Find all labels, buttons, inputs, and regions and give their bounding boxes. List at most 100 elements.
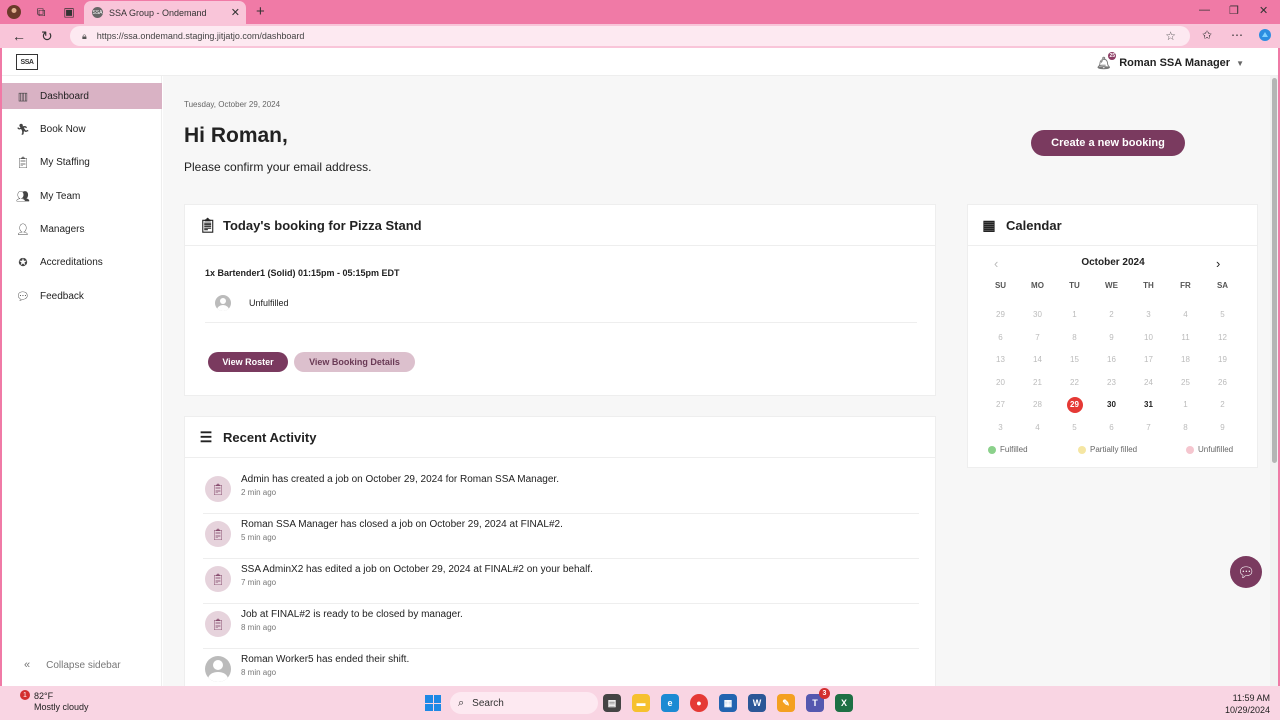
calendar-day[interactable]: 24 [1130,375,1167,391]
calendar-day[interactable]: 8 [1167,420,1204,436]
url-field[interactable]: 🔒︎ https://ssa.ondemand.staging.jitjatjo… [70,26,1190,46]
calendar-day[interactable]: 11 [1167,330,1204,346]
calendar-day[interactable]: 2 [1204,397,1241,413]
app-header: SSA 🔔︎ 25 Roman SSA Manager ▼ [2,48,1278,76]
calendar-day[interactable]: 6 [982,330,1019,346]
workspaces-icon[interactable]: ⧉ [33,4,49,20]
calendar-day[interactable]: 6 [1093,420,1130,436]
next-month-icon[interactable]: › [1216,256,1220,271]
scrollbar-thumb[interactable] [1272,78,1277,463]
more-menu-icon[interactable]: ⋯ [1231,28,1243,42]
calendar-day[interactable]: 23 [1093,375,1130,391]
chrome-icon[interactable]: ● [690,694,708,712]
weather-widget[interactable]: 1 82°F Mostly cloudy [8,690,89,713]
view-booking-details-button[interactable]: View Booking Details [294,352,415,372]
excel-icon[interactable]: X [835,694,853,712]
favorites-icon[interactable]: ✩ [1202,28,1212,42]
calendar-day[interactable]: 16 [1093,352,1130,368]
calendar-day[interactable]: 18 [1167,352,1204,368]
chat-support-button[interactable]: 💬︎ [1230,556,1262,588]
calendar-day[interactable]: 27 [982,397,1019,413]
sidebar-item-my-team[interactable]: 👥︎ My Team [2,183,162,209]
calendar-day[interactable]: 29 [982,307,1019,323]
copilot-icon[interactable] [1258,28,1272,45]
partial-dot-icon [1078,445,1086,454]
vertical-scrollbar[interactable] [1270,76,1278,686]
calendar-day[interactable]: 8 [1056,330,1093,346]
sidebar-item-dashboard[interactable]: ▥ Dashboard [2,83,162,109]
calendar-day[interactable]: 19 [1204,352,1241,368]
calendar-day[interactable]: 22 [1056,375,1093,391]
file-explorer-icon[interactable]: ▬ [632,694,650,712]
collapse-sidebar-button[interactable]: « Collapse sidebar [24,659,121,671]
calendar-day[interactable]: 29 [1056,397,1093,413]
close-tab-icon[interactable]: ✕ [231,6,240,19]
sidebar-item-feedback[interactable]: 💬︎ Feedback [2,283,162,309]
calendar-day[interactable]: 7 [1130,420,1167,436]
calendar-day[interactable]: 21 [1019,375,1056,391]
calendar-day[interactable]: 5 [1204,307,1241,323]
calendar-day[interactable]: 2 [1093,307,1130,323]
task-view-icon[interactable]: ▤ [603,694,621,712]
sidebar-item-my-staffing[interactable]: 📋︎ My Staffing [2,149,162,175]
calendar-day[interactable]: 13 [982,352,1019,368]
calendar-day[interactable]: 30 [1019,307,1056,323]
lock-icon: 🔒︎ [82,30,87,41]
calendar-title: ▦ Calendar [982,217,1061,234]
calendar-day[interactable]: 4 [1019,420,1056,436]
weekday-header: SA [1216,281,1229,290]
calendar-day[interactable]: 12 [1204,330,1241,346]
calendar-day[interactable]: 3 [1130,307,1167,323]
calendar-day[interactable]: 9 [1204,420,1241,436]
sidebar-item-label: Book Now [40,123,86,135]
taskbar-search[interactable]: ⌕ Search [450,692,598,714]
calendar-day[interactable]: 1 [1056,307,1093,323]
calendar-day[interactable]: 7 [1019,330,1056,346]
notification-badge: 25 [1108,52,1117,60]
taskbar-search-label: Search [472,697,504,709]
calendar-day[interactable]: 10 [1130,330,1167,346]
ssa-logo[interactable]: SSA [16,54,38,70]
calendar-day[interactable]: 4 [1167,307,1204,323]
refresh-icon[interactable]: ↻ [41,28,53,45]
calendar-day[interactable]: 30 [1093,397,1130,413]
windows-start-icon[interactable] [425,695,441,711]
calendar-day[interactable]: 1 [1167,397,1204,413]
calendar-day[interactable]: 17 [1130,352,1167,368]
calendar-day[interactable]: 5 [1056,420,1093,436]
edge-icon[interactable]: e [661,694,679,712]
weekday-header: SU [994,281,1007,290]
store-icon[interactable]: ▦ [719,694,737,712]
tab-actions-icon[interactable]: ▣ [61,4,77,20]
calendar-day[interactable]: 20 [982,375,1019,391]
favorite-star-icon[interactable]: ☆ [1165,29,1176,43]
sticky-notes-icon[interactable]: ✎ [777,694,795,712]
sidebar-item-book-now[interactable]: 🏃︎ Book Now [2,116,162,142]
calendar-day[interactable]: 3 [982,420,1019,436]
profile-icon[interactable] [6,4,22,20]
create-booking-button[interactable]: Create a new booking [1031,130,1185,156]
calendar-day[interactable]: 25 [1167,375,1204,391]
activity-text: Admin has created a job on October 29, 2… [241,474,559,485]
browser-tab[interactable]: SSA SSA Group - Ondemand ✕ [84,1,246,24]
word-icon[interactable]: W [748,694,766,712]
maximize-icon[interactable]: ❐ [1229,4,1239,17]
calendar-day[interactable]: 14 [1019,352,1056,368]
view-roster-button[interactable]: View Roster [208,352,288,372]
calendar-day[interactable]: 31 [1130,397,1167,413]
teams-icon[interactable]: T3 [806,688,830,712]
close-window-icon[interactable]: ✕ [1259,4,1268,17]
back-icon[interactable]: ← [12,28,26,44]
calendar-day[interactable]: 28 [1019,397,1056,413]
calendar-day[interactable]: 15 [1056,352,1093,368]
user-menu[interactable]: 🔔︎ 25 Roman SSA Manager ▼ [1096,52,1244,70]
sidebar-item-label: Dashboard [40,90,89,102]
system-clock[interactable]: 11:59 AM 10/29/2024 [1225,692,1270,716]
sidebar-item-managers[interactable]: 👤︎ Managers [2,216,162,242]
notification-bell-icon[interactable]: 🔔︎ 25 [1096,52,1117,70]
minimize-icon[interactable]: — [1199,4,1210,16]
calendar-day[interactable]: 9 [1093,330,1130,346]
sidebar-item-accreditations[interactable]: ✪ Accreditations [2,249,162,275]
new-tab-icon[interactable]: + [256,3,265,20]
calendar-day[interactable]: 26 [1204,375,1241,391]
